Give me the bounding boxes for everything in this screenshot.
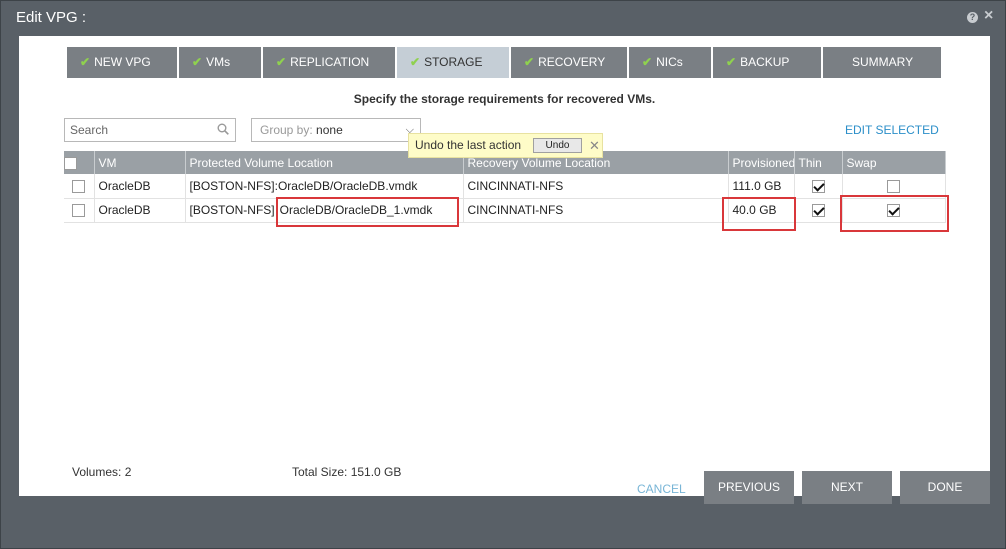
step-storage[interactable]: ✔ STORAGE	[397, 47, 509, 78]
swap-checkbox[interactable]	[887, 179, 900, 193]
recovery-location-cell[interactable]: CINCINNATI-NFS	[463, 174, 729, 199]
edit-vpg-dialog: Edit VPG : ? × ✔ NEW VPG ✔ VMs ✔ REPLICATIO…	[0, 0, 1006, 549]
volumes-table: VM Protected Volume Location Recovery Vo…	[64, 151, 946, 223]
check-icon: ✔	[642, 55, 653, 69]
protected-prefix: [BOSTON-NFS]	[189, 203, 275, 217]
undo-tooltip-text: Undo the last action	[415, 138, 522, 152]
search-input[interactable]	[65, 119, 205, 141]
group-by-label: Group by:	[260, 123, 313, 137]
check-icon: ✔	[276, 55, 287, 69]
step-nics[interactable]: ✔ NICs	[629, 47, 711, 78]
step-label: BACKUP	[740, 55, 790, 69]
thin-cell[interactable]	[794, 198, 843, 223]
provisioned-cell: 111.0 GB	[728, 174, 795, 199]
highlight-provisioned	[722, 197, 796, 231]
check-icon: ✔	[524, 55, 535, 69]
step-label: SUMMARY	[852, 55, 914, 69]
cancel-button[interactable]: CANCEL	[637, 482, 686, 496]
search-icon[interactable]	[217, 123, 229, 135]
protected-location-cell: [BOSTON-NFS]:OracleDB/OracleDB.vmdk	[185, 174, 464, 199]
previous-button[interactable]: PREVIOUS	[704, 471, 794, 504]
dismiss-icon[interactable]: ✕	[589, 134, 600, 157]
row-select-cell[interactable]	[64, 198, 95, 223]
step-summary[interactable]: SUMMARY	[823, 47, 941, 78]
help-icon[interactable]: ?	[967, 12, 978, 23]
check-icon: ✔	[80, 55, 91, 69]
next-button[interactable]: NEXT	[802, 471, 892, 504]
step-new-vpg[interactable]: ✔ NEW VPG	[67, 47, 177, 78]
column-header-swap[interactable]: Swap	[842, 151, 946, 174]
step-replication[interactable]: ✔ REPLICATION	[263, 47, 395, 78]
thin-checkbox[interactable]	[811, 204, 825, 218]
total-size: Total Size: 151.0 GB	[292, 465, 402, 479]
table-row[interactable]: OracleDB [BOSTON-NFS]:OracleDB/OracleDB.…	[64, 174, 946, 199]
group-by-value: none	[316, 123, 343, 137]
row-select-cell[interactable]	[64, 174, 95, 199]
undo-tooltip: Undo the last action Undo ✕	[408, 133, 603, 158]
highlight-swap	[840, 195, 949, 232]
step-label: STORAGE	[424, 55, 483, 69]
step-label: NICs	[656, 55, 683, 69]
row-checkbox[interactable]	[72, 179, 86, 193]
check-icon: ✔	[726, 55, 737, 69]
row-checkbox[interactable]	[72, 204, 86, 218]
vm-cell: OracleDB	[94, 198, 186, 223]
search-box[interactable]	[64, 118, 236, 142]
thin-cell[interactable]	[794, 174, 843, 199]
select-all-checkbox[interactable]	[64, 156, 77, 170]
column-header-vm[interactable]: VM	[94, 151, 186, 174]
check-icon: ✔	[410, 55, 421, 69]
done-button[interactable]: DONE	[900, 471, 990, 504]
step-backup[interactable]: ✔ BACKUP	[713, 47, 821, 78]
select-all-cell[interactable]	[64, 151, 95, 174]
thin-checkbox[interactable]	[811, 179, 825, 193]
vm-cell: OracleDB	[94, 174, 186, 199]
volumes-count: Volumes: 2	[72, 465, 132, 479]
edit-selected-link[interactable]: EDIT SELECTED	[845, 123, 939, 137]
step-label: NEW VPG	[94, 55, 151, 69]
column-header-thin[interactable]: Thin	[794, 151, 843, 174]
recovery-location-cell[interactable]: CINCINNATI-NFS	[463, 198, 729, 223]
group-by-select[interactable]: Group by: none ⌵	[251, 118, 421, 142]
instruction-text: Specify the storage requirements for rec…	[353, 92, 656, 106]
step-label: VMs	[206, 55, 231, 69]
check-icon: ✔	[192, 55, 203, 69]
step-vms[interactable]: ✔ VMs	[179, 47, 261, 78]
table-row[interactable]: OracleDB [BOSTON-NFS] OracleDB/OracleDB_1…	[64, 198, 946, 223]
highlight-protected-path	[276, 197, 459, 227]
step-label: REPLICATION	[290, 55, 370, 69]
dialog-content: ✔ NEW VPG ✔ VMs ✔ REPLICATION ✔ STORAGE ✔ REC…	[19, 36, 990, 496]
close-icon[interactable]: ×	[984, 8, 993, 24]
step-recovery[interactable]: ✔ RECOVERY	[511, 47, 627, 78]
undo-button[interactable]: Undo	[533, 138, 582, 153]
title-bar: Edit VPG : ? ×	[1, 1, 1005, 34]
column-header-provisioned[interactable]: Provisioned	[728, 151, 795, 174]
window-title: Edit VPG :	[16, 9, 87, 26]
step-label: RECOVERY	[538, 55, 606, 69]
